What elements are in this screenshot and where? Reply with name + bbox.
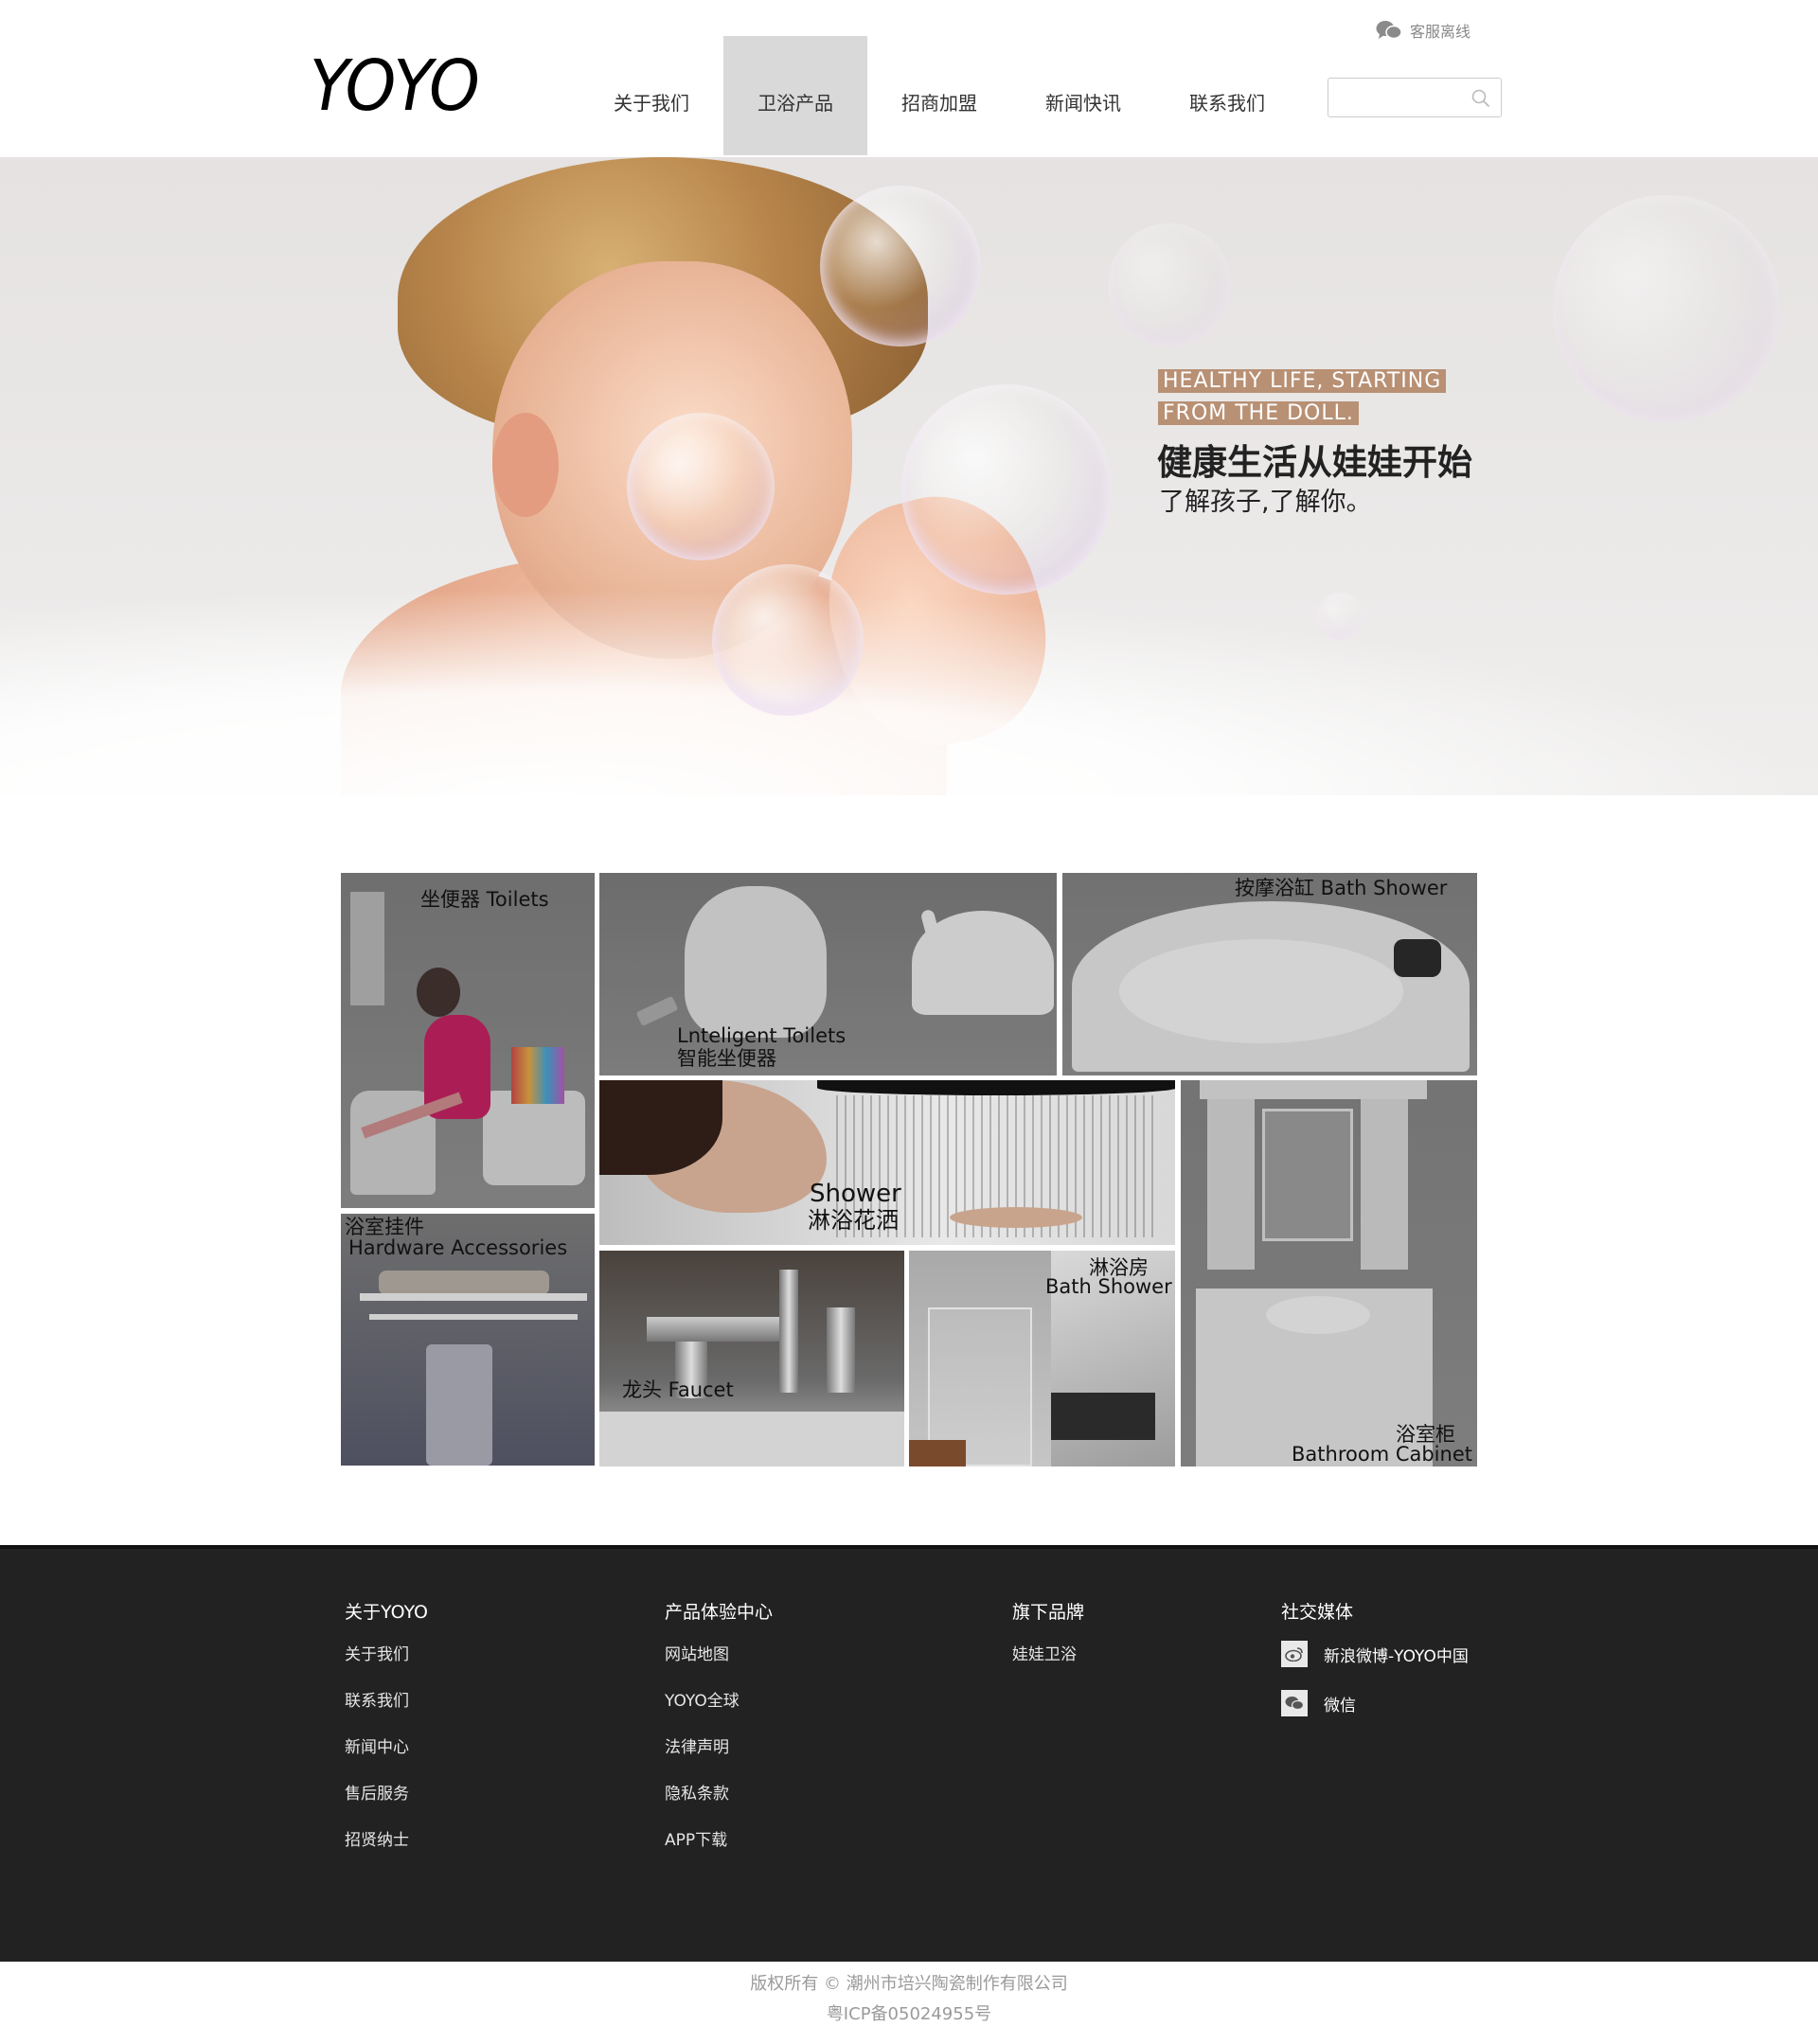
copyright-bar: 版权所有 © 潮州市培兴陶瓷制作有限公司 粤ICP备05024955号 xyxy=(0,1962,1818,2044)
hero-tagline-1: HEALTHY LIFE, STARTING xyxy=(1158,369,1447,393)
hero-tagline-2: FROM THE DOLL. xyxy=(1158,401,1359,425)
tile-label: Hardware Accessories xyxy=(348,1236,568,1259)
social-link-wechat[interactable]: 微信 xyxy=(1281,1690,1469,1716)
footer-col-title: 旗下品牌 xyxy=(1012,1602,1085,1623)
product-tile-shower-room[interactable]: 淋浴房 Bath Shower xyxy=(909,1251,1175,1466)
footer-link-about[interactable]: 关于我们 xyxy=(345,1641,428,1664)
tile-label: Bath Shower xyxy=(1045,1275,1172,1298)
chat-icon xyxy=(1376,21,1402,40)
search-icon[interactable] xyxy=(1470,88,1491,109)
nav-item-contact[interactable]: 联系我们 xyxy=(1155,36,1299,155)
footer-col-experience: 产品体验中心 网站地图 YOYO全球 法律声明 隐私条款 APP下载 xyxy=(665,1598,773,1873)
product-tile-faucet[interactable]: 龙头 Faucet xyxy=(599,1251,904,1466)
nav-item-products[interactable]: 卫浴产品 xyxy=(723,36,867,155)
nav-item-franchise[interactable]: 招商加盟 xyxy=(867,36,1011,155)
footer-link-news[interactable]: 新闻中心 xyxy=(345,1733,428,1757)
footer-link-legal[interactable]: 法律声明 xyxy=(665,1733,773,1757)
wechat-icon xyxy=(1281,1690,1308,1716)
customer-service-status[interactable]: 客服离线 xyxy=(1376,19,1470,42)
tile-label: 智能坐便器 xyxy=(677,1047,776,1070)
footer-col-title: 社交媒体 xyxy=(1281,1602,1354,1623)
footer-link-privacy[interactable]: 隐私条款 xyxy=(665,1780,773,1804)
social-label: 新浪微博-YOYO中国 xyxy=(1324,1646,1469,1666)
footer-link-brand[interactable]: 娃娃卫浴 xyxy=(1012,1641,1084,1664)
footer-link-sitemap[interactable]: 网站地图 xyxy=(665,1641,773,1664)
weibo-icon xyxy=(1281,1641,1308,1667)
footer-link-global[interactable]: YOYO全球 xyxy=(665,1687,773,1711)
tile-label: Bathroom Cabinet xyxy=(1292,1443,1472,1466)
bubble-decoration xyxy=(712,564,864,716)
product-tile-toilets[interactable]: 坐便器 Toilets xyxy=(341,873,595,1208)
footer-link-contact[interactable]: 联系我们 xyxy=(345,1687,428,1711)
bubble-decoration xyxy=(820,186,981,347)
social-label: 微信 xyxy=(1324,1696,1356,1715)
main-nav: 关于我们 卫浴产品 招商加盟 新闻快讯 联系我们 xyxy=(579,36,1299,155)
tile-label: Shower xyxy=(810,1180,901,1208)
product-tile-bathroom-cabinet[interactable]: 浴室柜 Bathroom Cabinet xyxy=(1181,1080,1477,1466)
site-logo[interactable]: YOYO xyxy=(310,45,480,127)
service-label: 客服离线 xyxy=(1410,23,1471,41)
bubble-decoration xyxy=(1108,223,1231,347)
site-footer: 关于YOYO 关于我们 联系我们 新闻中心 售后服务 招贤纳士 产品体验中心 网… xyxy=(0,1545,1818,1962)
product-tile-bath-shower[interactable]: 按摩浴缸 Bath Shower xyxy=(1062,873,1477,1075)
hero-subtitle: 了解孩子,了解你。 xyxy=(1159,488,1372,517)
footer-link-careers[interactable]: 招贤纳士 xyxy=(345,1826,428,1850)
hero-banner[interactable]: HEALTHY LIFE, STARTING FROM THE DOLL. 健康… xyxy=(0,157,1818,795)
social-link-weibo[interactable]: 新浪微博-YOYO中国 xyxy=(1281,1641,1469,1667)
site-header: YOYO 关于我们 卫浴产品 招商加盟 新闻快讯 联系我们 客服离线 xyxy=(0,0,1818,157)
copyright-text: 版权所有 © 潮州市培兴陶瓷制作有限公司 xyxy=(750,1974,1068,1994)
product-tile-shower[interactable]: Shower 淋浴花洒 xyxy=(599,1080,1175,1245)
search-input[interactable] xyxy=(1328,79,1470,116)
footer-col-title: 关于YOYO xyxy=(345,1602,429,1623)
tile-label: 龙头 Faucet xyxy=(622,1378,734,1401)
footer-col-title: 产品体验中心 xyxy=(665,1602,774,1623)
hero-title: 健康生活从娃娃开始 xyxy=(1157,442,1472,483)
nav-item-about[interactable]: 关于我们 xyxy=(579,36,723,155)
bubble-decoration xyxy=(901,384,1112,595)
footer-link-app-download[interactable]: APP下载 xyxy=(665,1826,773,1850)
bubble-decoration xyxy=(1553,195,1780,422)
tile-label: 坐便器 Toilets xyxy=(420,888,549,911)
nav-item-news[interactable]: 新闻快讯 xyxy=(1011,36,1155,155)
tile-label: 按摩浴缸 Bath Shower xyxy=(1235,877,1448,899)
footer-col-social: 社交媒体 新浪微博-YOYO中国 微信 xyxy=(1281,1598,1469,1739)
footer-link-after-sales[interactable]: 售后服务 xyxy=(345,1780,428,1804)
tile-label: 淋浴花洒 xyxy=(808,1207,899,1234)
tile-label: Lnteligent Toilets xyxy=(677,1024,847,1047)
bubble-decoration xyxy=(1316,593,1364,640)
product-tile-intelligent-toilets[interactable]: Lnteligent Toilets 智能坐便器 xyxy=(599,873,1057,1075)
bubble-decoration xyxy=(627,413,775,560)
footer-col-about: 关于YOYO 关于我们 联系我们 新闻中心 售后服务 招贤纳士 xyxy=(345,1598,428,1873)
footer-col-brands: 旗下品牌 娃娃卫浴 xyxy=(1012,1598,1084,1687)
product-tile-hardware-accessories[interactable]: 浴室挂件 Hardware Accessories xyxy=(341,1214,595,1466)
search-box xyxy=(1328,78,1502,117)
icp-number[interactable]: 粤ICP备05024955号 xyxy=(0,2000,1818,2030)
